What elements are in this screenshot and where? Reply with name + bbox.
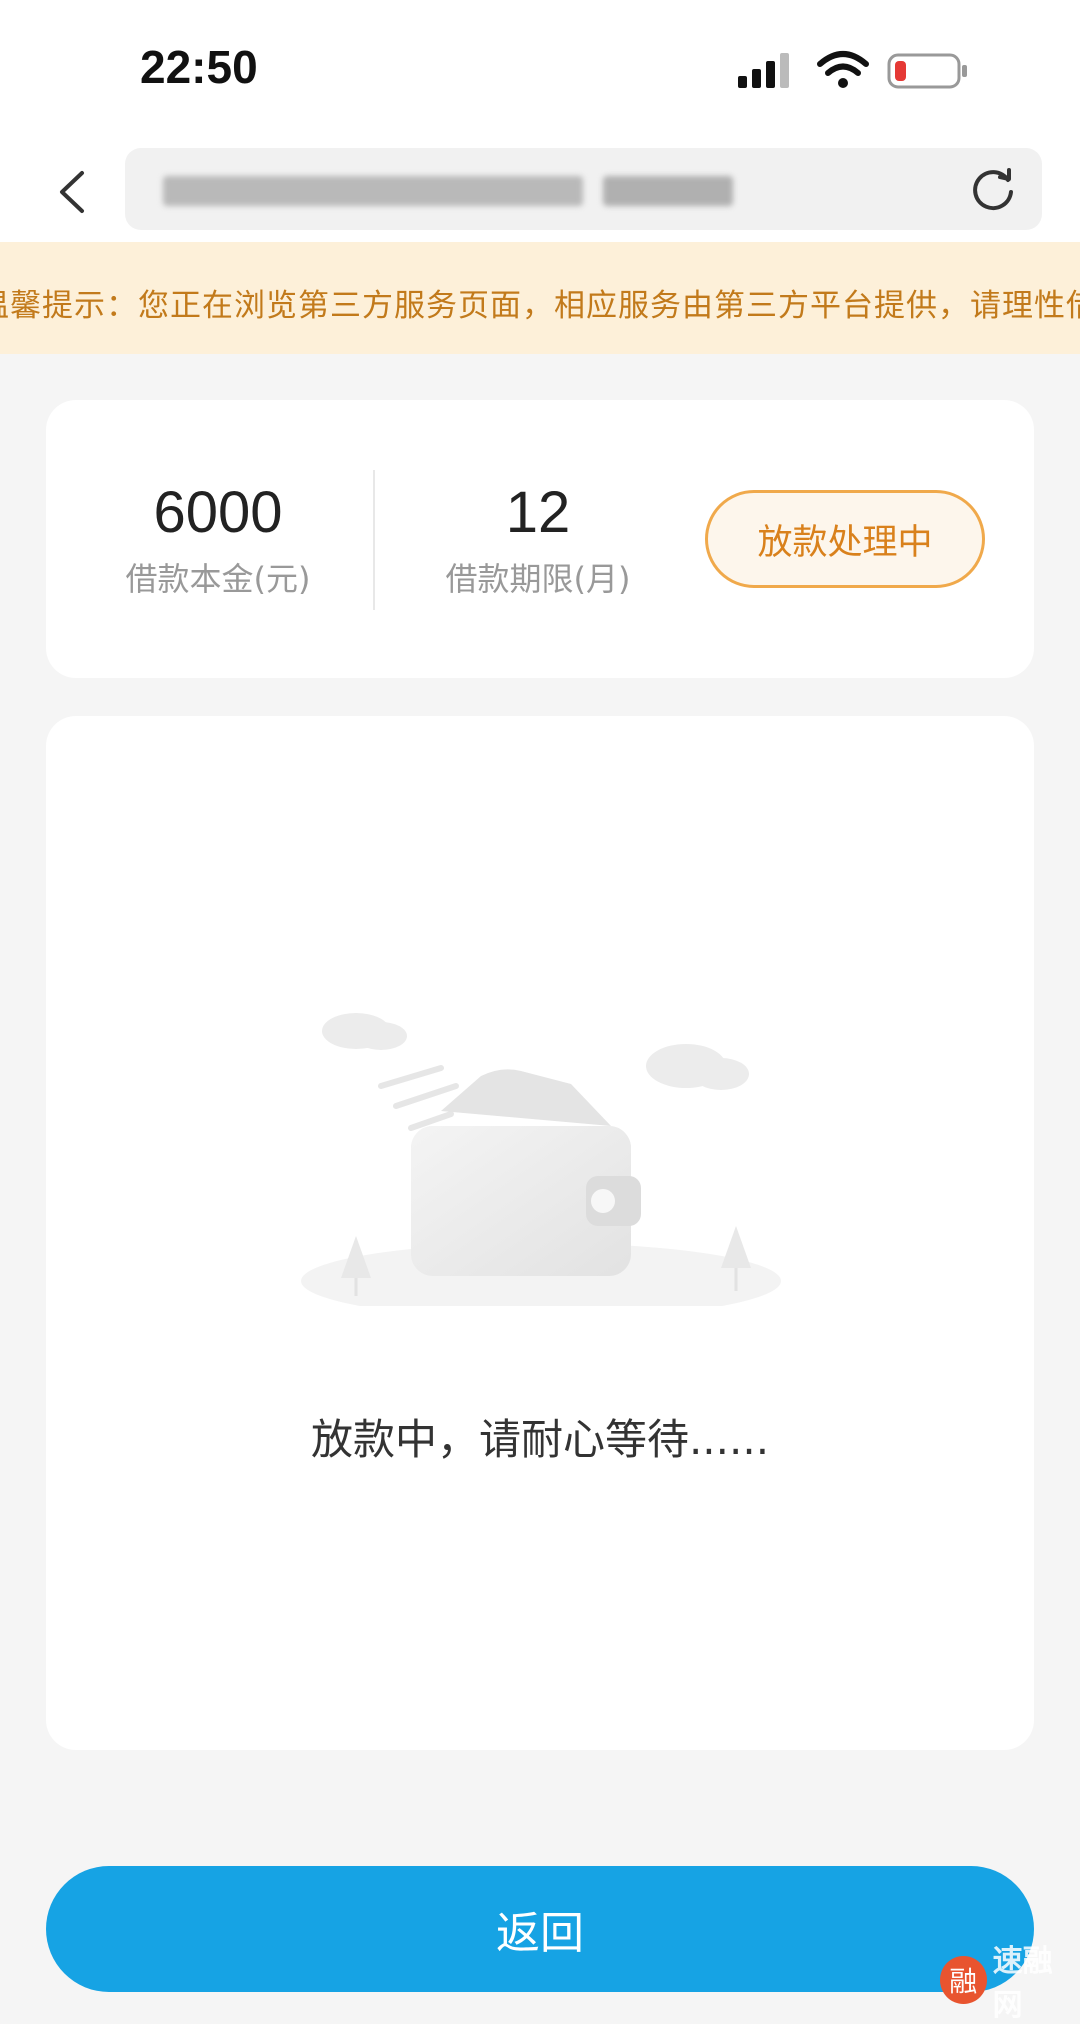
- term-label: 借款期限(月): [445, 560, 631, 598]
- watermark-text: 速融网: [992, 1944, 1053, 2023]
- status-bar: 22:50: [0, 0, 1080, 140]
- back-button[interactable]: [30, 150, 114, 234]
- status-time: 22:50: [140, 41, 258, 93]
- signal-icon: [738, 53, 789, 88]
- watermark: 融 速融网: [940, 1944, 1080, 2023]
- notice-text: 温馨提示：您正在浏览第三方服务页面，相应服务由第三方平台提供，请理性借贷: [0, 288, 1080, 324]
- wifi-icon: [817, 51, 869, 88]
- battery-low-icon: [887, 53, 967, 89]
- principal-label: 借款本金(元): [125, 560, 311, 598]
- disbursement-status-card: 放款中，请耐心等待......: [46, 716, 1034, 1750]
- term-value: 12: [505, 480, 571, 545]
- third-party-notice-banner: 温馨提示：您正在浏览第三方服务页面，相应服务由第三方平台提供，请理性借贷: [0, 242, 1080, 354]
- watermark-logo: 融: [940, 1956, 987, 2004]
- refresh-icon: [973, 168, 1013, 211]
- status-badge: 放款处理中: [705, 490, 985, 588]
- blurred-url-segment: [603, 176, 733, 206]
- chevron-left-icon: [60, 171, 84, 213]
- status-icons: [738, 50, 988, 94]
- return-button[interactable]: 返回: [46, 1866, 1034, 1992]
- principal-metric: 6000 借款本金(元): [88, 480, 348, 600]
- blurred-url-segment: [163, 176, 583, 206]
- metric-divider: [373, 470, 375, 610]
- loan-summary-card: 6000 借款本金(元) 12 借款期限(月) 放款处理中: [46, 400, 1034, 678]
- term-metric: 12 借款期限(月): [408, 480, 668, 600]
- browser-nav-bar: [0, 140, 1080, 242]
- principal-value: 6000: [153, 480, 283, 545]
- url-bar[interactable]: [125, 148, 1042, 230]
- waiting-message: 放款中，请耐心等待......: [310, 1415, 770, 1464]
- refresh-button[interactable]: [964, 160, 1022, 218]
- wallet-icon: [301, 1013, 781, 1306]
